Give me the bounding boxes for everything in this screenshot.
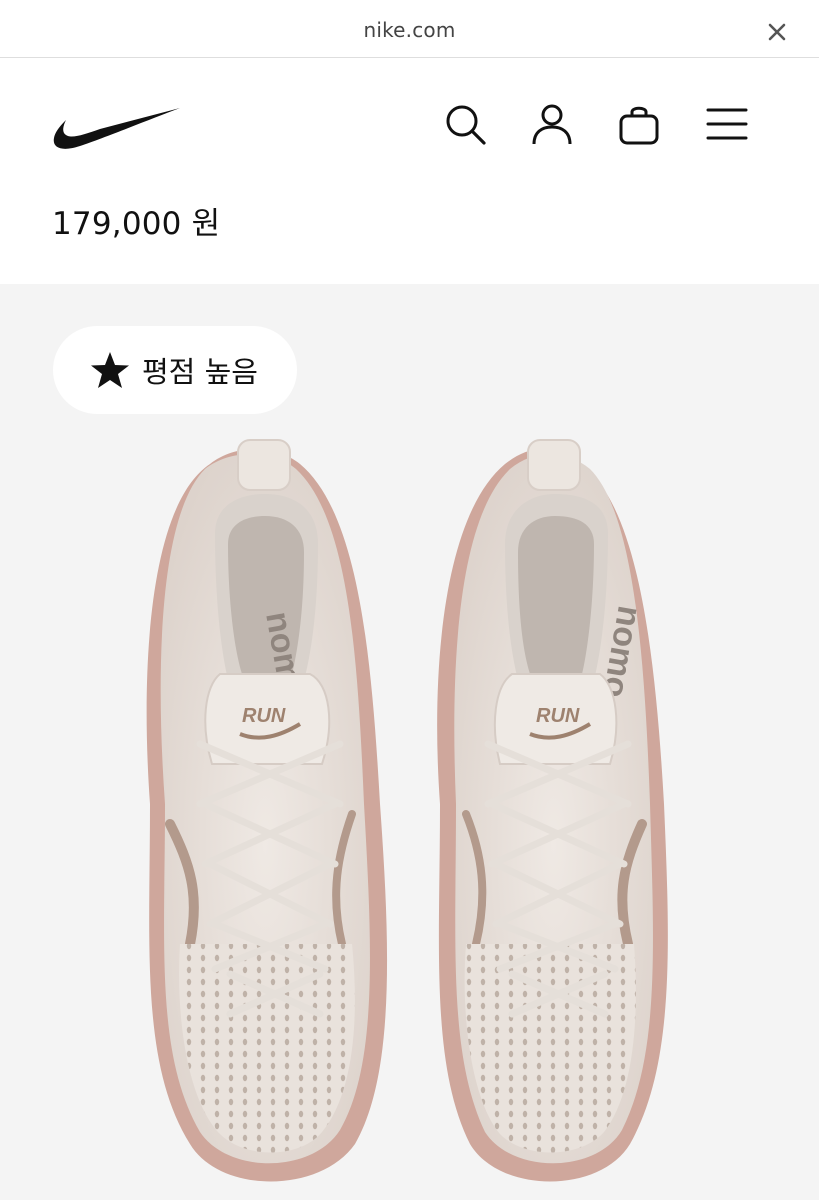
bag-icon[interactable] — [617, 102, 661, 146]
highly-rated-badge: 평점 높음 — [53, 326, 297, 414]
close-icon[interactable] — [765, 20, 789, 44]
badge-label: 평점 높음 — [142, 355, 258, 389]
browser-url-bar: nike.com — [0, 0, 819, 58]
left-shoe: nomo RUN — [146, 439, 388, 1182]
product-price: 179,000 원 — [52, 206, 221, 242]
site-header — [0, 58, 819, 198]
product-image: nomo RUN nomo RUN — [146, 439, 668, 1182]
search-icon[interactable] — [443, 102, 487, 146]
product-image-area[interactable]: 평점 높음 nomo RUN nomo RUN — [0, 284, 819, 1200]
left-tongue-text: RUN — [242, 705, 286, 727]
nike-swoosh-logo[interactable] — [52, 102, 182, 152]
star-icon — [91, 352, 129, 388]
right-shoe: nomo RUN — [437, 439, 668, 1182]
account-icon[interactable] — [530, 102, 574, 146]
menu-icon[interactable] — [705, 102, 749, 146]
url-text[interactable]: nike.com — [0, 18, 819, 42]
right-tongue-text: RUN — [536, 705, 580, 727]
